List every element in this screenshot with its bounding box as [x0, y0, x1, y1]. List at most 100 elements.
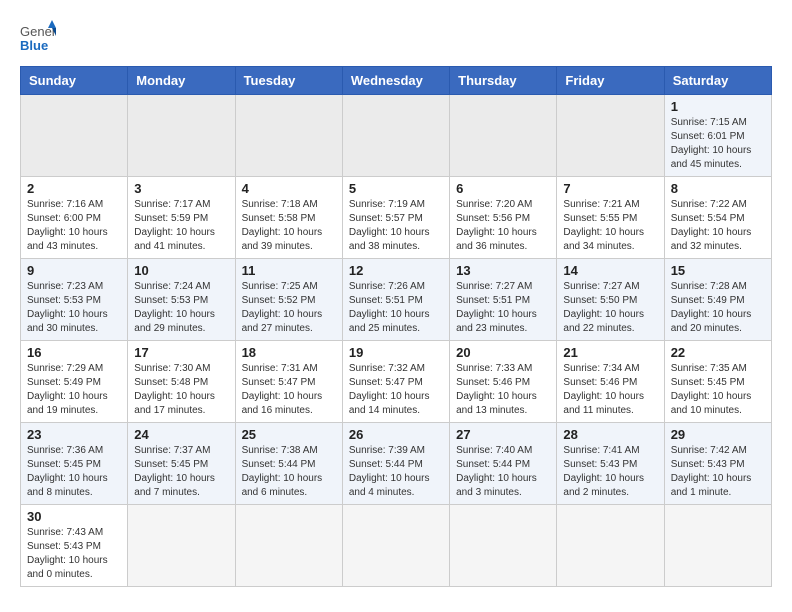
logo: General Blue	[20, 20, 62, 56]
calendar-day-cell: 30 Sunrise: 7:43 AM Sunset: 5:43 PM Dayli…	[21, 505, 128, 587]
day-info: Sunrise: 7:24 AM Sunset: 5:53 PM Dayligh…	[134, 280, 228, 336]
day-info: Sunrise: 7:19 AM Sunset: 5:57 PM Dayligh…	[349, 198, 443, 254]
day-number: 23	[27, 427, 121, 442]
calendar-day-cell	[664, 505, 771, 587]
calendar-day-cell: 5Sunrise: 7:19 AM Sunset: 5:57 PM Daylig…	[342, 177, 449, 259]
calendar-day-cell: 16Sunrise: 7:29 AM Sunset: 5:49 PM Dayli…	[21, 341, 128, 423]
calendar-day-cell	[235, 505, 342, 587]
day-info: Sunrise: 7:21 AM Sunset: 5:55 PM Dayligh…	[563, 198, 657, 254]
calendar-day-cell: 2 Sunrise: 7:16 AM Sunset: 6:00 PM Daylig…	[21, 177, 128, 259]
calendar-day-cell: 9 Sunrise: 7:23 AM Sunset: 5:53 PM Daylig…	[21, 259, 128, 341]
weekday-header: Sunday	[21, 67, 128, 95]
weekday-header: Friday	[557, 67, 664, 95]
day-info: Sunrise: 7:33 AM Sunset: 5:46 PM Dayligh…	[456, 362, 550, 418]
day-number: 15	[671, 263, 765, 278]
calendar-day-cell: 27 Sunrise: 7:40 AM Sunset: 5:44 PM Dayli…	[450, 423, 557, 505]
day-info: Sunrise: 7:27 AM Sunset: 5:50 PM Dayligh…	[563, 280, 657, 336]
header: General Blue	[20, 20, 772, 56]
day-number: 12	[349, 263, 443, 278]
calendar-day-cell: 19Sunrise: 7:32 AM Sunset: 5:47 PM Dayli…	[342, 341, 449, 423]
day-number: 27	[456, 427, 550, 442]
weekday-header: Thursday	[450, 67, 557, 95]
calendar-day-cell: 20 Sunrise: 7:33 AM Sunset: 5:46 PM Dayli…	[450, 341, 557, 423]
day-number: 4	[242, 181, 336, 196]
calendar-day-cell	[557, 95, 664, 177]
day-info: Sunrise: 7:18 AM Sunset: 5:58 PM Dayligh…	[242, 198, 336, 254]
calendar-day-cell: 24 Sunrise: 7:37 AM Sunset: 5:45 PM Dayli…	[128, 423, 235, 505]
day-info: Sunrise: 7:40 AM Sunset: 5:44 PM Dayligh…	[456, 444, 550, 500]
day-number: 18	[242, 345, 336, 360]
day-info: Sunrise: 7:20 AM Sunset: 5:56 PM Dayligh…	[456, 198, 550, 254]
calendar-day-cell	[21, 95, 128, 177]
weekday-header: Monday	[128, 67, 235, 95]
calendar-week-row: 16Sunrise: 7:29 AM Sunset: 5:49 PM Dayli…	[21, 341, 772, 423]
logo-icon: General Blue	[20, 20, 56, 56]
calendar-day-cell: 11Sunrise: 7:25 AM Sunset: 5:52 PM Dayli…	[235, 259, 342, 341]
day-info: Sunrise: 7:42 AM Sunset: 5:43 PM Dayligh…	[671, 444, 765, 500]
day-info: Sunrise: 7:27 AM Sunset: 5:51 PM Dayligh…	[456, 280, 550, 336]
calendar-day-cell: 12 Sunrise: 7:26 AM Sunset: 5:51 PM Dayli…	[342, 259, 449, 341]
calendar-day-cell	[235, 95, 342, 177]
weekday-header: Tuesday	[235, 67, 342, 95]
calendar-week-row: 1Sunrise: 7:15 AM Sunset: 6:01 PM Daylig…	[21, 95, 772, 177]
calendar-day-cell	[557, 505, 664, 587]
calendar-day-cell	[342, 505, 449, 587]
day-info: Sunrise: 7:29 AM Sunset: 5:49 PM Dayligh…	[27, 362, 121, 418]
calendar-day-cell: 15 Sunrise: 7:28 AM Sunset: 5:49 PM Dayli…	[664, 259, 771, 341]
day-info: Sunrise: 7:16 AM Sunset: 6:00 PM Dayligh…	[27, 198, 121, 254]
svg-text:Blue: Blue	[20, 38, 48, 53]
day-info: Sunrise: 7:22 AM Sunset: 5:54 PM Dayligh…	[671, 198, 765, 254]
weekday-header: Saturday	[664, 67, 771, 95]
calendar: SundayMondayTuesdayWednesdayThursdayFrid…	[20, 66, 772, 587]
calendar-day-cell: 1Sunrise: 7:15 AM Sunset: 6:01 PM Daylig…	[664, 95, 771, 177]
day-info: Sunrise: 7:31 AM Sunset: 5:47 PM Dayligh…	[242, 362, 336, 418]
day-info: Sunrise: 7:37 AM Sunset: 5:45 PM Dayligh…	[134, 444, 228, 500]
calendar-header-row: SundayMondayTuesdayWednesdayThursdayFrid…	[21, 67, 772, 95]
calendar-day-cell: 22Sunrise: 7:35 AM Sunset: 5:45 PM Dayli…	[664, 341, 771, 423]
calendar-day-cell: 13 Sunrise: 7:27 AM Sunset: 5:51 PM Dayli…	[450, 259, 557, 341]
day-number: 7	[563, 181, 657, 196]
calendar-day-cell	[450, 95, 557, 177]
day-number: 9	[27, 263, 121, 278]
calendar-day-cell: 26Sunrise: 7:39 AM Sunset: 5:44 PM Dayli…	[342, 423, 449, 505]
calendar-week-row: 9 Sunrise: 7:23 AM Sunset: 5:53 PM Daylig…	[21, 259, 772, 341]
day-number: 19	[349, 345, 443, 360]
day-info: Sunrise: 7:23 AM Sunset: 5:53 PM Dayligh…	[27, 280, 121, 336]
day-number: 2	[27, 181, 121, 196]
day-info: Sunrise: 7:36 AM Sunset: 5:45 PM Dayligh…	[27, 444, 121, 500]
day-info: Sunrise: 7:35 AM Sunset: 5:45 PM Dayligh…	[671, 362, 765, 418]
day-number: 10	[134, 263, 228, 278]
day-info: Sunrise: 7:25 AM Sunset: 5:52 PM Dayligh…	[242, 280, 336, 336]
calendar-week-row: 2 Sunrise: 7:16 AM Sunset: 6:00 PM Daylig…	[21, 177, 772, 259]
calendar-day-cell: 28 Sunrise: 7:41 AM Sunset: 5:43 PM Dayli…	[557, 423, 664, 505]
day-number: 29	[671, 427, 765, 442]
day-number: 3	[134, 181, 228, 196]
day-number: 28	[563, 427, 657, 442]
day-info: Sunrise: 7:28 AM Sunset: 5:49 PM Dayligh…	[671, 280, 765, 336]
calendar-day-cell: 10 Sunrise: 7:24 AM Sunset: 5:53 PM Dayli…	[128, 259, 235, 341]
day-number: 6	[456, 181, 550, 196]
calendar-day-cell: 23 Sunrise: 7:36 AM Sunset: 5:45 PM Dayli…	[21, 423, 128, 505]
day-info: Sunrise: 7:38 AM Sunset: 5:44 PM Dayligh…	[242, 444, 336, 500]
day-info: Sunrise: 7:26 AM Sunset: 5:51 PM Dayligh…	[349, 280, 443, 336]
day-info: Sunrise: 7:30 AM Sunset: 5:48 PM Dayligh…	[134, 362, 228, 418]
calendar-week-row: 23 Sunrise: 7:36 AM Sunset: 5:45 PM Dayli…	[21, 423, 772, 505]
day-info: Sunrise: 7:41 AM Sunset: 5:43 PM Dayligh…	[563, 444, 657, 500]
day-number: 26	[349, 427, 443, 442]
calendar-day-cell	[450, 505, 557, 587]
calendar-day-cell: 21Sunrise: 7:34 AM Sunset: 5:46 PM Dayli…	[557, 341, 664, 423]
day-number: 20	[456, 345, 550, 360]
calendar-day-cell: 18 Sunrise: 7:31 AM Sunset: 5:47 PM Dayli…	[235, 341, 342, 423]
day-number: 25	[242, 427, 336, 442]
day-info: Sunrise: 7:34 AM Sunset: 5:46 PM Dayligh…	[563, 362, 657, 418]
calendar-day-cell: 4 Sunrise: 7:18 AM Sunset: 5:58 PM Daylig…	[235, 177, 342, 259]
day-number: 24	[134, 427, 228, 442]
day-info: Sunrise: 7:43 AM Sunset: 5:43 PM Dayligh…	[27, 526, 121, 582]
weekday-header: Wednesday	[342, 67, 449, 95]
calendar-day-cell	[342, 95, 449, 177]
day-number: 17	[134, 345, 228, 360]
calendar-day-cell: 14Sunrise: 7:27 AM Sunset: 5:50 PM Dayli…	[557, 259, 664, 341]
day-number: 30	[27, 509, 121, 524]
day-number: 13	[456, 263, 550, 278]
calendar-day-cell: 7 Sunrise: 7:21 AM Sunset: 5:55 PM Daylig…	[557, 177, 664, 259]
